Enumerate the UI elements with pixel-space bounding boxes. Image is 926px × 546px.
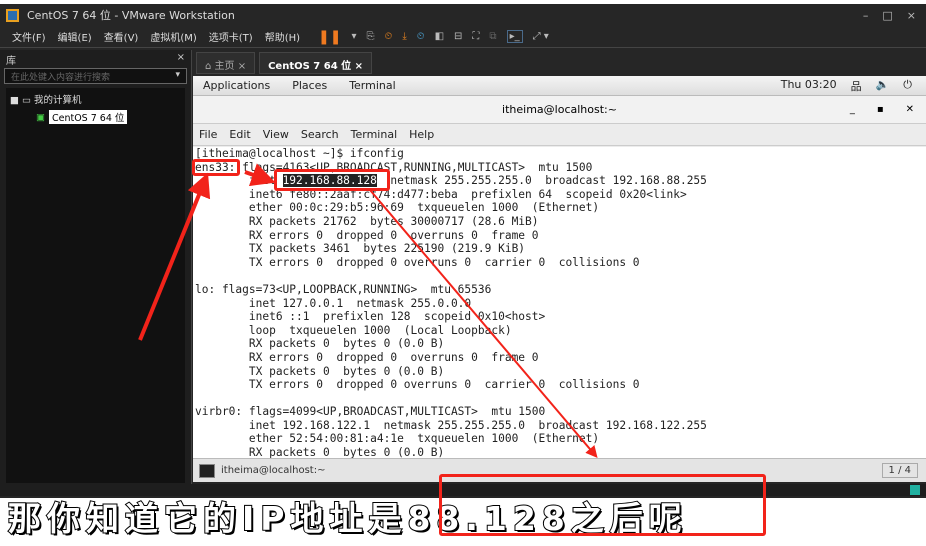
pause-icon[interactable]: ❚❚: [318, 29, 341, 45]
snapshot-manager-icon[interactable]: ⏲: [417, 31, 425, 42]
terminal-menu-search[interactable]: Search: [301, 128, 339, 141]
minimize-button[interactable]: –: [863, 9, 869, 22]
menu-help[interactable]: 帮助(H): [265, 29, 300, 44]
terminal-menu-file[interactable]: File: [199, 128, 217, 141]
terminal-line: RX errors 0 dropped 0 overruns 0 frame 0: [195, 350, 539, 364]
terminal-line: TX packets 0 bytes 0 (0.0 B): [195, 364, 445, 378]
menu-file[interactable]: 文件(F): [12, 29, 46, 44]
library-tree: ■ ▭ 我的计算机 ▣ CentOS 7 64 位: [6, 88, 185, 483]
window-title: CentOS 7 64 位 - VMware Workstation: [27, 9, 235, 22]
terminal-menu-terminal[interactable]: Terminal: [351, 128, 398, 141]
tab-strip: ⌂ 主页 × CentOS 7 64 位 ×: [196, 52, 372, 74]
network-icon[interactable]: 品: [851, 78, 862, 94]
library-close-button[interactable]: ×: [177, 52, 185, 64]
title-bar: CentOS 7 64 位 - VMware Workstation – □ ×: [0, 4, 926, 26]
terminal-icon: [199, 463, 215, 478]
revert-snapshot-icon[interactable]: ⤓: [402, 31, 406, 42]
library-search-input[interactable]: 在此处键入内容进行搜索 ▾: [4, 68, 187, 84]
terminal-menu-view[interactable]: View: [263, 128, 289, 141]
terminal-titlebar: itheima@localhost:~ _ ▪ ✕: [193, 96, 926, 124]
close-button[interactable]: ×: [907, 9, 916, 22]
terminal-menubar: File Edit View Search Terminal Help: [193, 124, 926, 146]
tab-home[interactable]: ⌂ 主页 ×: [196, 52, 256, 74]
applications-menu[interactable]: Applications: [203, 79, 270, 92]
power-icon[interactable]: ⏻: [903, 78, 912, 94]
terminal-line: inet 192.168.122.1 netmask 255.255.255.0…: [195, 418, 707, 432]
maximize-button[interactable]: □: [882, 9, 892, 22]
library-toggle-icon[interactable]: ◧: [435, 31, 444, 42]
dropdown-icon[interactable]: ▾: [352, 31, 357, 42]
annotation-box-subtitle: [439, 474, 766, 536]
annotation-box-ens33: [192, 159, 240, 176]
terminal-line: RX packets 0 bytes 0 (0.0 B): [195, 337, 445, 351]
vmware-icon: [6, 8, 19, 22]
terminal-menu-edit[interactable]: Edit: [229, 128, 250, 141]
tree-root[interactable]: ■ ▭ 我的计算机: [10, 92, 181, 106]
guest-screen: Applications Places Terminal Thu 03:20 品…: [193, 76, 926, 482]
terminal-line: virbr0: flags=4099<UP,BROADCAST,MULTICAS…: [195, 405, 546, 419]
menu-edit[interactable]: 编辑(E): [58, 29, 92, 44]
volume-icon[interactable]: 🔈: [876, 78, 890, 94]
send-keys-icon[interactable]: ⎘: [367, 31, 375, 42]
tab-centos[interactable]: CentOS 7 64 位 ×: [259, 52, 372, 74]
console-icon[interactable]: ▸_: [506, 30, 523, 43]
terminal-output[interactable]: [itheima@localhost ~]$ ifconfig ens33: fl…: [193, 147, 926, 458]
annotation-box-ip: [274, 169, 390, 191]
terminal-line: RX packets 0 bytes 0 (0.0 B): [195, 446, 445, 458]
library-title: 库: [6, 56, 16, 67]
terminal-line: inet6 ::1 prefixlen 128 scopeid 0x10<hos…: [195, 310, 546, 324]
tree-root-label: 我的计算机: [34, 95, 82, 106]
menu-bar: 文件(F) 编辑(E) 查看(V) 虚拟机(M) 选项卡(T) 帮助(H) ❚❚…: [0, 26, 926, 48]
terminal-maximize-button[interactable]: ▪: [877, 104, 884, 115]
search-placeholder: 在此处键入内容进行搜索: [11, 73, 111, 83]
terminal-line: TX packets 3461 bytes 225190 (219.9 KiB): [195, 242, 526, 256]
terminal-line: ether 00:0c:29:b5:96:69 txqueuelen 1000 …: [195, 201, 600, 215]
stretch-icon[interactable]: ⤢ ▾: [533, 31, 549, 42]
unity-icon[interactable]: ⧉: [489, 31, 496, 42]
terminal-line: RX errors 0 dropped 0 overruns 0 frame 0: [195, 228, 539, 242]
terminal-line: RX packets 21762 bytes 30000717 (28.6 Mi…: [195, 214, 539, 228]
terminal-line: inet 127.0.0.1 netmask 255.0.0.0: [195, 296, 472, 310]
inet-prefix: inet: [195, 174, 283, 188]
places-menu[interactable]: Places: [292, 79, 327, 92]
inet-rest: netmask 255.255.255.0 broadcast 192.168.…: [376, 174, 707, 188]
status-icon: [910, 485, 920, 495]
snapshot-icon[interactable]: ⏲: [385, 31, 393, 42]
taskbar-terminal-item[interactable]: itheima@localhost:~: [221, 465, 325, 476]
terminal-minimize-button[interactable]: _: [850, 104, 855, 115]
library-panel: 库 × 在此处键入内容进行搜索 ▾ ■ ▭ 我的计算机 ▣ CentOS 7 64 位: [0, 50, 192, 486]
vm-icon: ▣: [36, 111, 45, 123]
terminal-menu-help[interactable]: Help: [409, 128, 434, 141]
tree-item-vm[interactable]: ▣ CentOS 7 64 位: [36, 110, 181, 124]
terminal-line: TX errors 0 dropped 0 overruns 0 carrier…: [195, 255, 640, 269]
menu-tabs[interactable]: 选项卡(T): [209, 29, 253, 44]
thumbnail-icon[interactable]: ⊟: [454, 31, 462, 42]
terminal-menu[interactable]: Terminal: [349, 79, 396, 92]
gnome-top-bar: Applications Places Terminal Thu 03:20 品…: [193, 76, 926, 96]
menu-vm[interactable]: 虚拟机(M): [150, 29, 196, 44]
clock[interactable]: Thu 03:20: [781, 78, 837, 94]
terminal-line: lo: flags=73<UP,LOOPBACK,RUNNING> mtu 65…: [195, 282, 492, 296]
vm-label: CentOS 7 64 位: [48, 110, 128, 124]
menu-view[interactable]: 查看(V): [104, 29, 139, 44]
terminal-title: itheima@localhost:~: [502, 103, 617, 116]
terminal-line: loop txqueuelen 1000 (Local Loopback): [195, 323, 512, 337]
terminal-close-button[interactable]: ✕: [906, 104, 914, 115]
terminal-line: ether 52:54:00:81:a4:1e txqueuelen 1000 …: [195, 432, 600, 446]
prompt-line: [itheima@localhost ~]$ ifconfig: [195, 147, 404, 160]
workspace-indicator[interactable]: 1 / 4: [881, 463, 918, 478]
terminal-line: TX errors 0 dropped 0 overruns 0 carrier…: [195, 378, 640, 392]
chevron-down-icon[interactable]: ▾: [175, 70, 180, 82]
fullscreen-icon[interactable]: ⛶: [472, 31, 479, 42]
